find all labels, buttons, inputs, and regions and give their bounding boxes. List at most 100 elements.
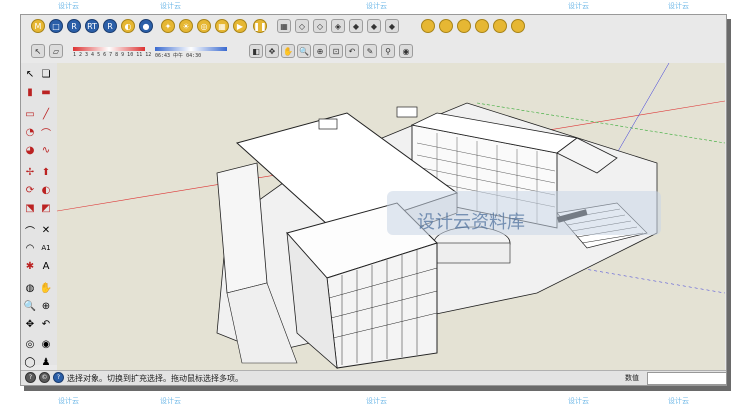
tape-icon[interactable]: ⌒ [23, 223, 37, 238]
xray-icon[interactable]: ▦ [277, 19, 291, 33]
settings-icon[interactable]: ● [139, 19, 153, 33]
layer-icon[interactable]: □ [49, 19, 63, 33]
previous-icon[interactable]: ↶ [39, 317, 53, 331]
bulb-icon[interactable]: ◐ [121, 19, 135, 33]
credits-icon[interactable]: M [31, 19, 45, 33]
wand-icon[interactable]: ✦ [161, 19, 175, 33]
circle-icon[interactable]: ◔ [23, 125, 37, 139]
dimension-icon[interactable]: R [103, 19, 117, 33]
view-dot-icon[interactable] [457, 19, 471, 33]
eraser-icon[interactable]: ▱ [49, 44, 63, 58]
zoom-extents-icon[interactable]: ✥ [23, 317, 37, 331]
back-edges-icon[interactable]: ◇ [295, 19, 309, 33]
sun-icon[interactable]: ☀ [179, 19, 193, 33]
protractor-icon[interactable]: ◠ [23, 241, 37, 255]
freehand-icon[interactable]: ∿ [39, 143, 53, 157]
orbit-icon[interactable]: ◍ [23, 281, 37, 295]
geo-icon[interactable]: ? [25, 372, 36, 383]
view-dot-icon[interactable] [493, 19, 507, 33]
3d-text-icon[interactable]: A [39, 259, 53, 273]
watermark: 设计云 [58, 2, 79, 10]
zoom-window-icon[interactable]: ⊕ [313, 44, 327, 58]
walk-icon[interactable]: ♟ [39, 355, 53, 369]
left-toolbar: ↖ ❏ ▮ ▬ ▭ ╱ ◔ ⌒ ◕ ∿ ✢ ⬆ ⟳ ◐ ⬔ ◩ ⌒ ✕ ◠ A1… [21, 63, 58, 368]
view-dot-icon[interactable] [475, 19, 489, 33]
axes-icon[interactable]: ✱ [23, 259, 37, 273]
view-dot-icon[interactable] [439, 19, 453, 33]
sketchup-window: M □ R RT R ◐ ● ✦ ☀ ◎ ▦ ▶ ❚❚ ▦ ◇ ◇ ◈ ◆ ◆ … [20, 14, 727, 386]
pan-icon[interactable]: ✋ [281, 44, 295, 58]
zoom-window-icon[interactable]: ⊕ [39, 299, 53, 313]
help-icon[interactable]: ? [53, 372, 64, 383]
pan-icon[interactable]: ✋ [39, 281, 53, 295]
status-bar: ? © ? 选择对象。切换到扩充选择。拖动鼠标选择多项。 数值 [21, 370, 727, 385]
pause-icon[interactable]: ❚❚ [253, 19, 267, 33]
rotate-icon[interactable]: R [67, 19, 81, 33]
lamp-icon[interactable]: ◎ [197, 19, 211, 33]
select-icon[interactable]: ↖ [23, 67, 37, 81]
dimension-icon[interactable]: ✕ [39, 223, 53, 237]
polygon-icon[interactable]: ◕ [23, 143, 37, 157]
move-icon[interactable]: ✢ [23, 165, 37, 179]
credits-icon[interactable]: © [39, 372, 50, 383]
monochrome-icon[interactable]: ◆ [385, 19, 399, 33]
textured-icon[interactable]: ◆ [367, 19, 381, 33]
lookaround-icon[interactable]: ◉ [39, 337, 53, 351]
blue-axis [616, 63, 670, 154]
zoom-icon[interactable]: 🔍 [23, 299, 37, 313]
shadow-time-ticks: 06:43 中午 04:30 [155, 53, 202, 59]
watermark: 设计云 [160, 2, 181, 10]
watermark: 设计云 [568, 397, 589, 405]
offset-icon[interactable]: ◩ [39, 201, 53, 215]
select-arrow-icon[interactable]: ↖ [31, 44, 45, 58]
pushpull-icon[interactable]: ⬆ [39, 165, 53, 179]
watermark: 设计云 [668, 2, 689, 10]
text-icon[interactable]: A1 [39, 241, 53, 255]
watermark: 设计云 [160, 397, 181, 405]
component-icon[interactable]: ❏ [39, 67, 53, 81]
watermark: 设计云 [366, 397, 387, 405]
mesh-icon[interactable]: ▦ [215, 19, 229, 33]
measurements-label: 数值 [625, 374, 639, 382]
section-icon[interactable]: ◧ [249, 44, 263, 58]
status-hint: 选择对象。切换到扩充选择。拖动鼠标选择多项。 [67, 374, 243, 383]
shadow-month-track [73, 47, 145, 51]
shadow-time-track [155, 47, 227, 51]
rotate-icon[interactable]: ⟳ [23, 183, 37, 197]
logo-overlay-text: 设计云资料库 [417, 212, 525, 233]
look-around-icon[interactable]: ◉ [399, 44, 413, 58]
zoom-icon[interactable]: 🔍 [297, 44, 311, 58]
shadow-month-ticks: 1 2 3 4 5 6 7 8 9 10 11 12 [73, 52, 152, 58]
position-camera-icon[interactable]: ✎ [363, 44, 377, 58]
orbit-icon[interactable]: ✥ [265, 44, 279, 58]
shadow-time-slider[interactable]: 06:43 中午 04:30 [155, 44, 227, 59]
shaded-icon[interactable]: ◆ [349, 19, 363, 33]
hidden-line-icon[interactable]: ◈ [331, 19, 345, 33]
measurements-field[interactable] [647, 372, 727, 385]
wireframe-icon[interactable]: ◇ [313, 19, 327, 33]
scale-icon[interactable]: ⬔ [23, 201, 37, 215]
toolbar-shadows: ↖ ▱ 1 2 3 4 5 6 7 8 9 10 11 12 06:43 中午 … [21, 41, 726, 80]
arc-icon[interactable]: ⌒ [39, 125, 53, 140]
render-icon[interactable]: RT [85, 19, 99, 33]
view-dot-icon[interactable] [511, 19, 525, 33]
play-icon[interactable]: ▶ [233, 19, 247, 33]
rectangle-icon[interactable]: ▭ [23, 107, 37, 121]
building-model: 设计云资料库 [57, 63, 725, 369]
toolbar-top: M □ R RT R ◐ ● ✦ ☀ ◎ ▦ ▶ ❚❚ ▦ ◇ ◇ ◈ ◆ ◆ … [21, 19, 726, 39]
watermark: 设计云 [568, 2, 589, 10]
walk-icon[interactable]: ⚲ [381, 44, 395, 58]
watermark: 设计云 [366, 2, 387, 10]
view-dot-icon[interactable] [421, 19, 435, 33]
eraser-icon[interactable]: ▬ [39, 85, 53, 99]
shadow-month-slider[interactable]: 1 2 3 4 5 6 7 8 9 10 11 12 [73, 44, 151, 58]
zoom-extents-icon[interactable]: ⊡ [329, 44, 343, 58]
followme-icon[interactable]: ◐ [39, 183, 53, 197]
section-icon[interactable]: ◯ [23, 355, 37, 369]
model-viewport[interactable]: 设计云资料库 [57, 63, 725, 375]
paint-icon[interactable]: ▮ [23, 85, 37, 99]
line-icon[interactable]: ╱ [39, 107, 53, 121]
camera-icon[interactable]: ◎ [23, 337, 37, 351]
previous-view-icon[interactable]: ↶ [345, 44, 359, 58]
watermark: 设计云 [668, 397, 689, 405]
